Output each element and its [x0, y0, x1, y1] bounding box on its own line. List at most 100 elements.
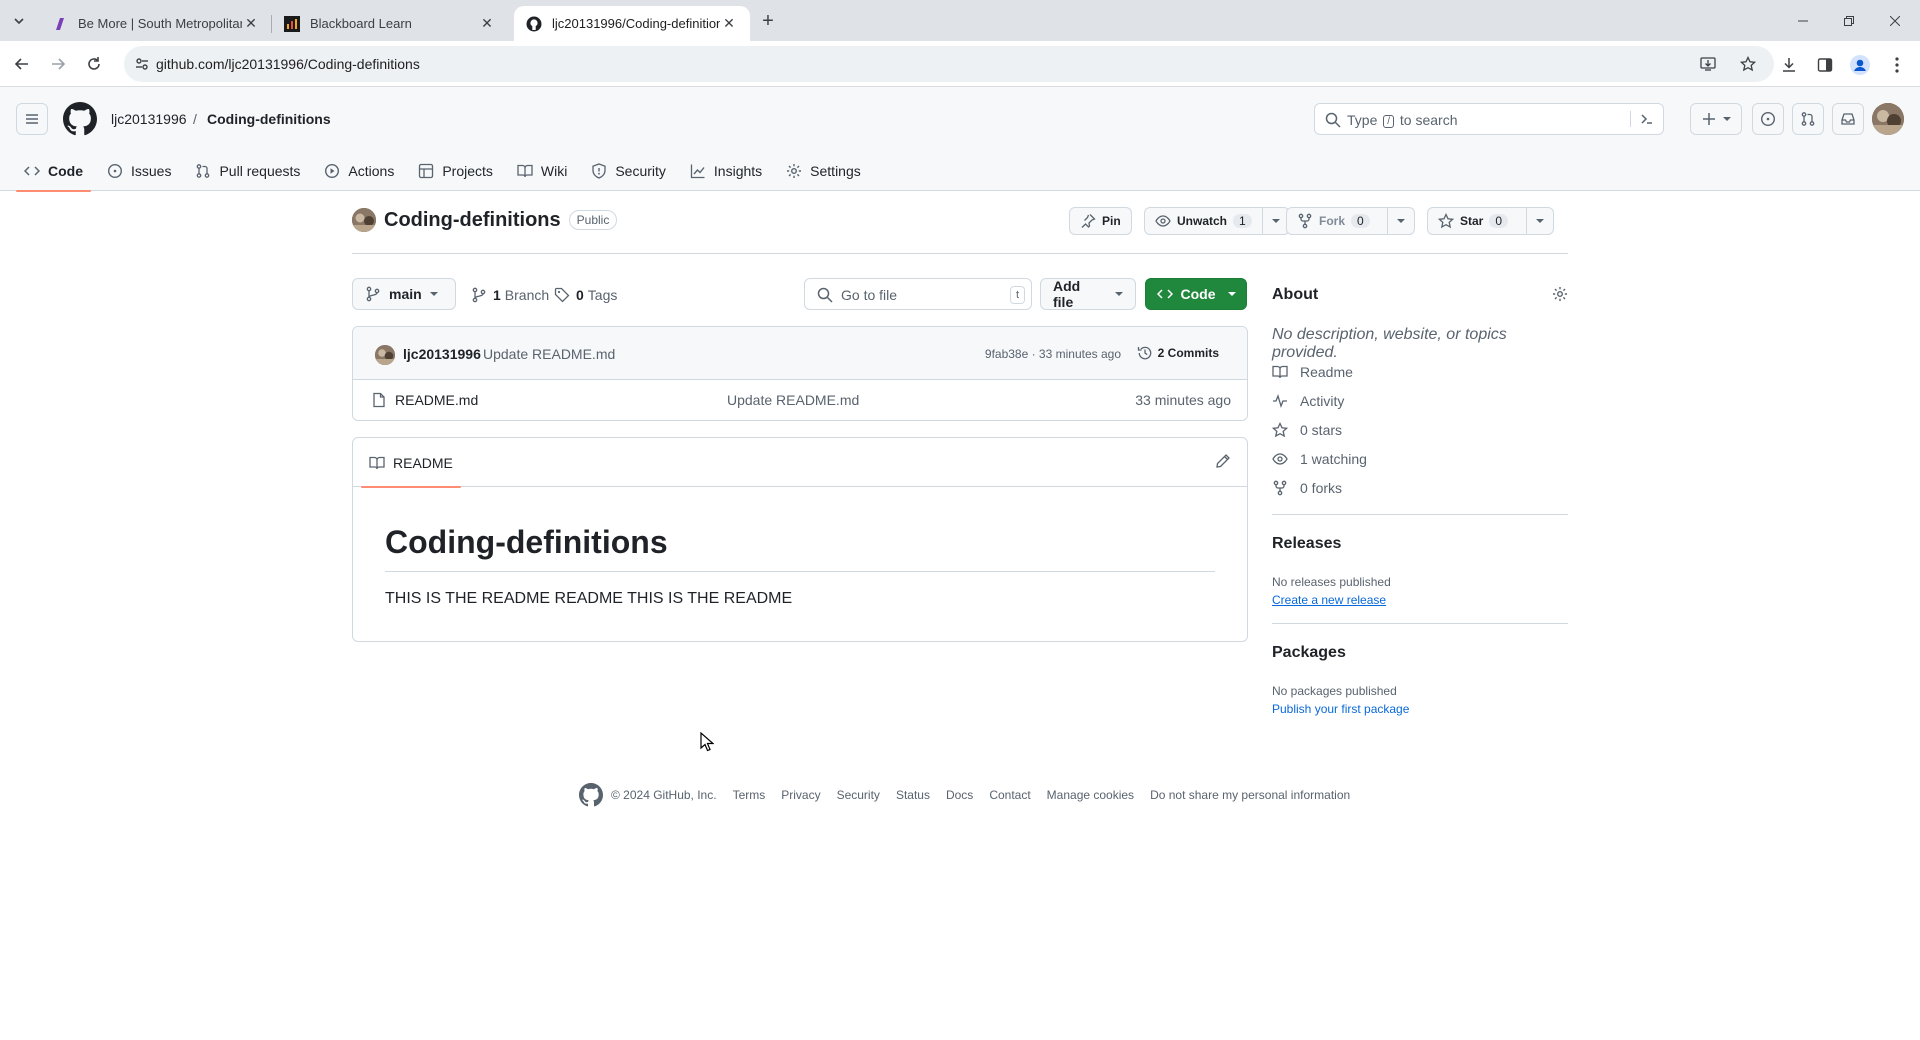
bookmark-star-icon[interactable] — [1738, 54, 1758, 74]
tab-label: Security — [615, 163, 666, 179]
publish-package-link[interactable]: Publish your first package — [1272, 702, 1409, 716]
footer-link-privacy[interactable]: Privacy — [781, 788, 820, 802]
repo-name[interactable]: Coding-definitions — [384, 209, 561, 232]
code-icon — [1156, 286, 1173, 302]
browser-tab-3[interactable]: ljc20131996/Coding-definitions ✕ — [514, 6, 750, 41]
stars-link-label: 0 stars — [1300, 422, 1343, 438]
gear-icon[interactable] — [1552, 286, 1568, 302]
reload-button[interactable] — [80, 50, 108, 78]
user-avatar[interactable] — [1872, 103, 1904, 135]
star-icon — [1438, 213, 1454, 229]
fork-dropdown[interactable] — [1387, 208, 1414, 234]
global-menu-button[interactable] — [16, 103, 48, 135]
create-new-button[interactable] — [1690, 103, 1742, 135]
tab-actions[interactable]: Actions — [316, 151, 402, 191]
avatar[interactable] — [375, 345, 395, 365]
pull-requests-button[interactable] — [1792, 103, 1824, 135]
install-app-icon[interactable] — [1698, 54, 1718, 74]
menu-kebab-icon[interactable] — [1886, 54, 1908, 76]
footer-link-manage-cookies[interactable]: Manage cookies — [1047, 788, 1134, 802]
tab-insights[interactable]: Insights — [682, 151, 770, 191]
tab-security[interactable]: Security — [583, 151, 674, 191]
tab-label: Code — [48, 163, 83, 179]
tab-projects[interactable]: Projects — [410, 151, 501, 191]
tags-label: Tags — [587, 287, 618, 303]
footer-link-docs[interactable]: Docs — [946, 788, 973, 802]
branch-select-button[interactable]: main — [352, 278, 456, 310]
browser-tab-1[interactable]: Be More | South Metropolitan T ✕ — [40, 6, 272, 41]
profile-icon[interactable] — [1849, 54, 1871, 76]
history-icon — [1137, 345, 1153, 361]
caret-down-icon — [1723, 117, 1731, 121]
tab-code[interactable]: Code — [16, 151, 91, 192]
gear-icon — [786, 163, 802, 179]
browser-tab-2[interactable]: Blackboard Learn ✕ — [272, 6, 508, 41]
footer-link-status[interactable]: Status — [896, 788, 930, 802]
code-button[interactable]: Code — [1145, 278, 1247, 310]
star-dropdown[interactable] — [1526, 208, 1553, 234]
create-release-link[interactable]: Create a new release — [1272, 593, 1386, 607]
graph-icon — [690, 163, 706, 179]
branches-link[interactable]: 1 Branch — [471, 287, 549, 303]
watch-button[interactable]: Unwatch 1 — [1144, 207, 1290, 235]
go-to-file-input[interactable]: Go to file t — [804, 278, 1032, 310]
commit-sha-time[interactable]: 9fab38e · 33 minutes ago — [985, 347, 1121, 361]
tab-settings[interactable]: Settings — [778, 151, 869, 191]
close-icon[interactable]: ✕ — [478, 15, 496, 33]
issues-button[interactable] — [1752, 103, 1784, 135]
forward-button[interactable] — [44, 50, 72, 78]
tags-link[interactable]: 0 Tags — [554, 287, 617, 303]
releases-title[interactable]: Releases — [1272, 535, 1341, 553]
footer-link-terms[interactable]: Terms — [733, 788, 766, 802]
close-icon[interactable]: ✕ — [720, 15, 738, 33]
stars-link[interactable]: 0 stars — [1272, 422, 1342, 438]
address-bar[interactable]: github.com/ljc20131996/Coding-definition… — [124, 46, 1774, 82]
commit-message[interactable]: Update README.md — [483, 346, 615, 362]
watching-link[interactable]: 1 watching — [1272, 451, 1367, 467]
close-window-button[interactable] — [1872, 0, 1918, 41]
footer-link-do-not-share[interactable]: Do not share my personal information — [1150, 788, 1350, 802]
fork-button[interactable]: Fork 0 — [1286, 207, 1415, 235]
github-logo-icon[interactable] — [63, 102, 97, 136]
tab-pull-requests[interactable]: Pull requests — [187, 151, 308, 191]
github-logo-icon[interactable] — [579, 783, 603, 807]
readme-header: README — [353, 438, 1247, 488]
new-tab-button[interactable]: + — [756, 9, 780, 33]
back-button[interactable] — [8, 50, 36, 78]
pencil-icon[interactable] — [1215, 453, 1231, 469]
tab-issues[interactable]: Issues — [99, 151, 179, 191]
minimize-button[interactable] — [1780, 0, 1826, 41]
command-palette-icon[interactable] — [1630, 111, 1655, 127]
breadcrumb-owner[interactable]: ljc20131996 — [111, 111, 187, 127]
footer-link-contact[interactable]: Contact — [989, 788, 1030, 802]
breadcrumb-repo[interactable]: Coding-definitions — [207, 111, 331, 127]
downloads-icon[interactable] — [1778, 54, 1800, 76]
tags-count: 0 — [576, 287, 584, 303]
forks-link[interactable]: 0 forks — [1272, 480, 1342, 496]
pin-button[interactable]: Pin — [1069, 207, 1132, 235]
owner-avatar[interactable] — [352, 208, 376, 232]
watch-dropdown[interactable] — [1261, 208, 1289, 234]
about-title: About — [1272, 286, 1319, 303]
add-file-button[interactable]: Add file — [1040, 278, 1136, 310]
star-button[interactable]: Star 0 — [1427, 207, 1554, 235]
readme-heading: Coding-definitions — [385, 524, 1215, 572]
fork-label: Fork — [1319, 214, 1346, 228]
commit-author[interactable]: ljc20131996 — [403, 346, 481, 362]
tab-search-button[interactable] — [7, 9, 31, 33]
footer-link-security[interactable]: Security — [837, 788, 880, 802]
close-icon[interactable]: ✕ — [242, 15, 260, 33]
restore-button[interactable] — [1826, 0, 1872, 41]
commits-link[interactable]: 2 Commits — [1137, 345, 1219, 361]
global-search-input[interactable]: Type / to search — [1314, 103, 1664, 135]
file-name[interactable]: README.md — [395, 392, 478, 408]
site-info-icon[interactable] — [134, 56, 150, 72]
readme-link[interactable]: Readme — [1272, 364, 1353, 380]
readme-tab[interactable]: README — [361, 438, 461, 488]
packages-title[interactable]: Packages — [1272, 644, 1346, 662]
inbox-button[interactable] — [1832, 103, 1864, 135]
activity-link[interactable]: Activity — [1272, 393, 1344, 409]
tab-wiki[interactable]: Wiki — [509, 151, 575, 191]
file-commit-message[interactable]: Update README.md — [727, 392, 859, 408]
side-panel-icon[interactable] — [1814, 54, 1836, 76]
